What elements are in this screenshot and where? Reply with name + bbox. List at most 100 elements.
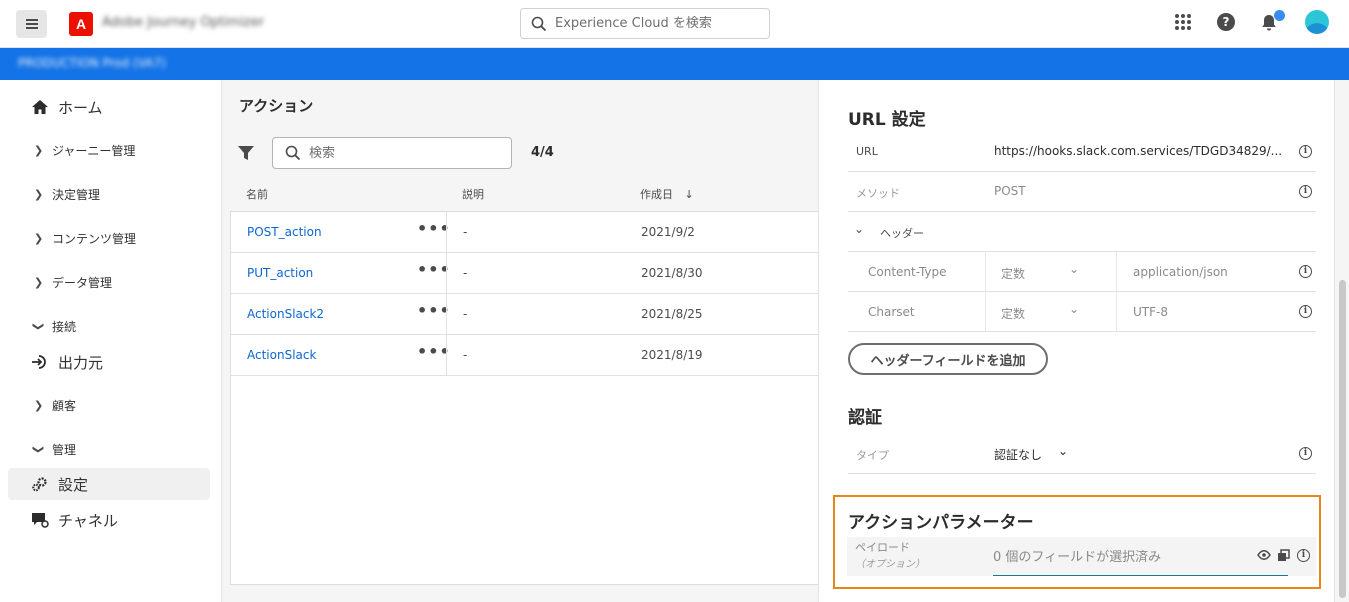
method-label: メソッド — [856, 187, 900, 200]
sandbox-label[interactable]: PRODUCTION Prod (VA7) — [18, 56, 166, 70]
column-header-description[interactable]: 説明 — [462, 186, 484, 202]
info-icon[interactable]: i — [1299, 145, 1312, 158]
action-name-link[interactable]: ActionSlack2 — [247, 307, 324, 321]
actions-search[interactable] — [272, 137, 512, 169]
header-value[interactable]: UTF-8 — [1133, 305, 1168, 319]
url-value[interactable]: https://hooks.slack.com.services/TDGD348… — [994, 144, 1282, 158]
sidebar-item-channels[interactable]: チャネル — [8, 504, 210, 536]
global-search-input[interactable] — [555, 16, 755, 31]
adobe-logo[interactable]: A — [69, 12, 93, 36]
method-value[interactable]: POST — [994, 184, 1026, 198]
column-header-label: 作成日 — [640, 188, 673, 201]
sidebar-item-label: 出力元 — [58, 353, 104, 372]
table-row[interactable]: ActionSlack2 ••• - 2021/8/25 — [231, 294, 827, 335]
chevron-right-icon: ❯ — [34, 231, 44, 245]
headers-toggle[interactable]: ⌄ ヘッダー — [848, 212, 1316, 252]
sidebar-item-label: 管理 — [52, 442, 77, 457]
sources-icon — [32, 355, 46, 369]
sidebar-item-data-management[interactable]: ❯ データ管理 — [8, 266, 210, 298]
sandbox-bar[interactable]: PRODUCTION Prod (VA7) — [0, 48, 1349, 80]
search-icon — [531, 16, 547, 31]
sidebar-item-label: 設定 — [58, 475, 89, 494]
info-icon[interactable]: i — [1299, 447, 1312, 460]
payload-placeholder: 0 個のフィールドが選択済み — [993, 550, 1162, 565]
payload-label: ペイロード — [855, 541, 910, 554]
app-switcher-icon[interactable] — [1175, 14, 1191, 30]
preview-eye-icon[interactable] — [1257, 549, 1271, 561]
sidebar-item-administration[interactable]: ❯ 管理 — [8, 433, 210, 465]
payload-row[interactable]: ペイロード （オプション） 0 個のフィールドが選択済み i — [847, 537, 1316, 576]
left-sidebar: ホーム ❯ ジャーニー管理 ❯ 決定管理 ❯ コンテンツ管理 ❯ データ管理 ❯… — [0, 80, 222, 602]
chevron-down-icon: ❯ — [32, 444, 46, 454]
action-created-date: 2021/9/2 — [641, 225, 695, 239]
url-label: URL — [856, 145, 878, 158]
payload-field[interactable]: 0 個のフィールドが選択済み — [993, 537, 1290, 576]
header-name: Content-Type — [868, 265, 947, 279]
header-field-row[interactable]: Content-Type 定数 ⌄ application/json i — [848, 252, 1316, 292]
action-description: - — [463, 307, 468, 321]
actions-search-input[interactable] — [309, 145, 489, 161]
chevron-down-icon[interactable]: ⌄ — [1069, 302, 1079, 316]
sidebar-item-content-management[interactable]: ❯ コンテンツ管理 — [8, 222, 210, 254]
channel-icon — [32, 513, 49, 528]
home-icon — [32, 100, 48, 114]
sidebar-item-decision-management[interactable]: ❯ 決定管理 — [8, 178, 210, 210]
sidebar-item-customers[interactable]: ❯ 顧客 — [8, 389, 210, 421]
header-value[interactable]: application/json — [1133, 265, 1228, 279]
table-row[interactable]: POST_action ••• - 2021/9/2 — [231, 212, 827, 253]
sidebar-item-label: ホーム — [58, 98, 103, 117]
add-header-field-button[interactable]: ヘッダーフィールドを追加 — [848, 343, 1048, 375]
action-name-link[interactable]: POST_action — [247, 225, 322, 239]
sidebar-item-label: 顧客 — [52, 398, 77, 413]
sidebar-item-home[interactable]: ホーム — [8, 91, 210, 123]
filter-icon[interactable] — [237, 144, 255, 162]
sidebar-item-connections[interactable]: ❯ 接続 — [8, 310, 210, 342]
actions-table: POST_action ••• - 2021/9/2 PUT_action ••… — [230, 211, 827, 585]
app-title[interactable]: Adobe Journey Optimizer — [102, 15, 264, 30]
method-row[interactable]: メソッド POST i — [848, 172, 1316, 212]
table-row[interactable]: ActionSlack ••• - 2021/8/19 — [231, 335, 827, 376]
chevron-right-icon: ❯ — [34, 187, 44, 201]
page-title: アクション — [239, 97, 314, 115]
action-description: - — [463, 225, 468, 239]
action-description: - — [463, 348, 468, 362]
chevron-down-icon[interactable]: ⌄ — [1058, 444, 1068, 458]
help-icon[interactable]: ? — [1217, 13, 1235, 31]
payload-optional-label: （オプション） — [855, 559, 925, 570]
header-type-select[interactable]: 定数 — [1001, 305, 1025, 322]
scrollbar-thumb[interactable] — [1339, 280, 1346, 598]
sidebar-item-settings[interactable]: 設定 — [8, 468, 210, 500]
chevron-down-icon: ⌄ — [854, 222, 865, 236]
sidebar-item-sources[interactable]: 出力元 — [8, 346, 210, 378]
notification-badge — [1274, 10, 1285, 21]
chevron-down-icon[interactable]: ⌄ — [1069, 262, 1079, 276]
action-name-link[interactable]: ActionSlack — [247, 348, 316, 362]
url-row[interactable]: URL https://hooks.slack.com.services/TDG… — [848, 132, 1316, 172]
column-header-created[interactable]: 作成日 ↓ — [640, 186, 694, 202]
info-icon[interactable]: i — [1297, 549, 1310, 562]
global-search[interactable] — [520, 8, 770, 39]
sidebar-item-journey-management[interactable]: ❯ ジャーニー管理 — [8, 134, 210, 166]
chevron-right-icon: ❯ — [34, 275, 44, 289]
chevron-down-icon: ❯ — [32, 321, 46, 331]
actions-list-area: アクション 4/4 名前 説明 作成日 ↓ POST_action ••• - … — [222, 80, 827, 602]
sidebar-item-label: 決定管理 — [52, 187, 101, 202]
header-type-select[interactable]: 定数 — [1001, 265, 1025, 282]
notifications-bell-icon[interactable] — [1261, 10, 1285, 32]
panel-scrollbar[interactable] — [1334, 80, 1349, 602]
user-avatar[interactable] — [1305, 10, 1329, 34]
hamburger-menu-button[interactable] — [16, 10, 47, 38]
action-name-link[interactable]: PUT_action — [247, 266, 313, 280]
info-icon[interactable]: i — [1299, 185, 1312, 198]
sidebar-item-label: 接続 — [52, 319, 77, 334]
column-header-name[interactable]: 名前 — [246, 186, 268, 202]
auth-type-row[interactable]: タイプ 認証なし ⌄ i — [848, 434, 1316, 474]
auth-type-select[interactable]: 認証なし — [994, 446, 1042, 463]
result-count: 4/4 — [531, 145, 554, 160]
action-description: - — [463, 266, 468, 280]
copy-icon[interactable] — [1277, 549, 1290, 562]
info-icon[interactable]: i — [1299, 305, 1312, 318]
header-field-row[interactable]: Charset 定数 ⌄ UTF-8 i — [848, 292, 1316, 332]
table-row[interactable]: PUT_action ••• - 2021/8/30 — [231, 253, 827, 294]
info-icon[interactable]: i — [1299, 265, 1312, 278]
